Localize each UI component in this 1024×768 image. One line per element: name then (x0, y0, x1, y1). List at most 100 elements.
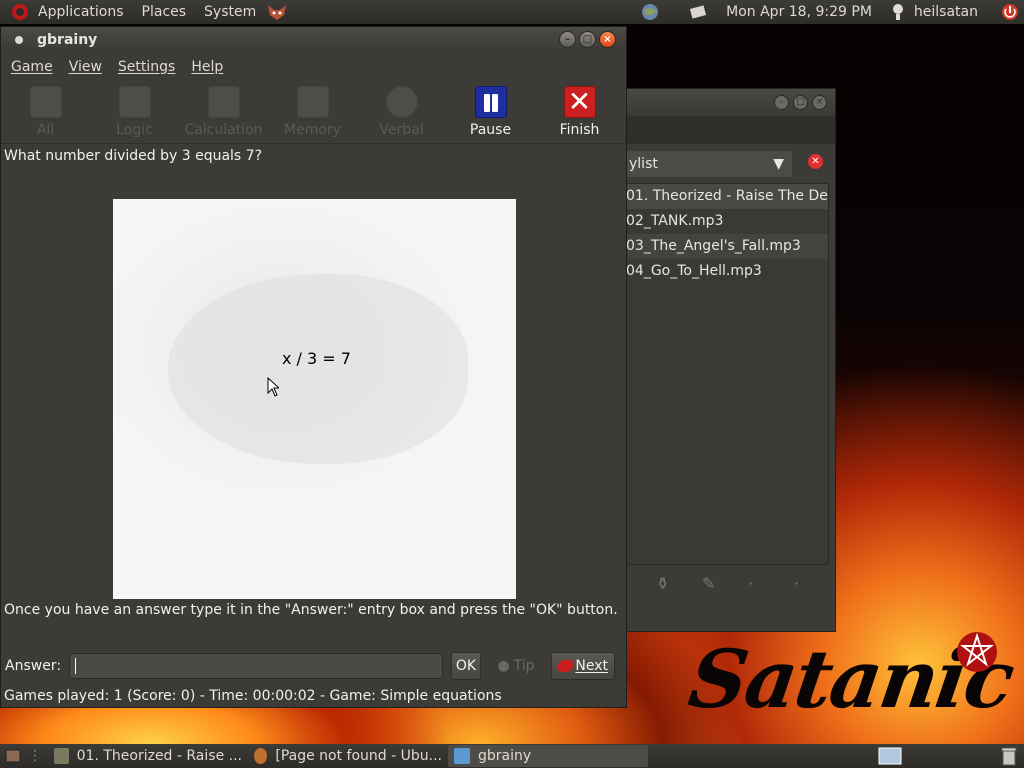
toolbar-pause-button[interactable]: Pause (446, 80, 535, 138)
toolbar: All Logic Calculation Memory Verbal Paus… (1, 80, 626, 144)
user-name[interactable]: heilsatan (914, 4, 978, 20)
toolbar-label: Memory (284, 122, 341, 138)
toolbar-label: Finish (559, 122, 600, 138)
status-bar: Games played: 1 (Score: 0) - Time: 00:00… (4, 688, 502, 704)
answer-label: Answer: (5, 658, 62, 674)
taskbar-item-label: 01. Theorized - Raise ... (76, 748, 242, 764)
question-text: What number divided by 3 equals 7? (4, 148, 263, 164)
next-arrow-icon (558, 660, 574, 672)
playlist-item[interactable]: 01. Theorized - Raise The Dead (608, 184, 828, 209)
top-menu: Applications Places System (38, 4, 256, 20)
instructions-text: Once you have an answer type it in the "… (4, 602, 618, 618)
window-buttons: – □ × (559, 31, 616, 48)
taskbar-item-gbrainy[interactable]: gbrainy (448, 745, 648, 767)
menubar: Game View Settings Help (1, 53, 626, 80)
ok-button[interactable]: OK (451, 652, 481, 680)
minimize-icon[interactable]: – (559, 31, 576, 48)
memory-icon (296, 86, 329, 118)
control-icon[interactable]: · (748, 574, 768, 594)
pentagram-icon (957, 632, 997, 672)
clock[interactable]: Mon Apr 18, 9:29 PM (726, 4, 872, 20)
trash-icon[interactable] (1000, 746, 1018, 766)
music-player-icon (54, 748, 69, 764)
control-icon[interactable]: · (794, 574, 814, 594)
show-desktop-icon[interactable] (4, 747, 22, 765)
network-globe-icon[interactable] (640, 2, 660, 22)
finish-icon: ✕ (563, 86, 596, 118)
window-title: gbrainy (37, 32, 98, 48)
distro-logo-icon[interactable] (10, 2, 30, 22)
pause-icon (474, 86, 507, 118)
answer-input[interactable] (69, 653, 443, 679)
playlist-item[interactable]: 03_The_Angel's_Fall.mp3 (608, 234, 828, 259)
menu-view[interactable]: View (69, 59, 102, 75)
music-player-window-buttons: – □ × (774, 95, 827, 110)
panel-handle-icon: ⋮ (28, 748, 42, 764)
music-player-toolbar (601, 116, 835, 144)
menu-help[interactable]: Help (191, 59, 223, 75)
broom-icon[interactable]: ✎ (702, 574, 722, 594)
toolbar-all-button[interactable]: All (1, 80, 90, 138)
taskbar-item-label: gbrainy (478, 748, 532, 764)
lightbulb-icon: ● (497, 658, 510, 674)
logic-icon (118, 86, 151, 118)
equation-text: x / 3 = 7 (282, 349, 351, 368)
taskbar-item-label: [Page not found - Ubu... (275, 748, 442, 764)
chevron-down-icon: ▼ (773, 156, 784, 172)
ok-button-label: OK (455, 658, 477, 674)
window-menu-icon[interactable] (15, 36, 23, 44)
toolbar-logic-button[interactable]: Logic (90, 80, 179, 138)
toolbar-label: All (36, 122, 55, 138)
mail-icon[interactable] (688, 2, 708, 22)
taskbar-item-music-player[interactable]: 01. Theorized - Raise ... (48, 745, 248, 767)
playlist-item[interactable]: 02_TANK.mp3 (608, 209, 828, 234)
power-icon[interactable] (1000, 2, 1020, 22)
music-player-controls: ⚱ ✎ · · (656, 574, 814, 594)
browser-launcher-icon[interactable] (266, 3, 288, 21)
taskbar-item-browser[interactable]: [Page not found - Ubu... (248, 745, 448, 767)
answer-row: Answer: OK ● Tip Next (1, 649, 626, 683)
workspace-switcher-icon[interactable] (878, 747, 902, 765)
maximize-icon[interactable]: □ (793, 95, 808, 110)
toolbar-calculation-button[interactable]: Calculation (179, 80, 268, 138)
tip-button[interactable]: ● Tip (489, 652, 543, 680)
brain-watermark (168, 274, 468, 464)
verbal-icon (385, 86, 418, 118)
user-icon[interactable] (888, 2, 908, 22)
playlist-selector-value: ylist (629, 156, 658, 172)
browser-icon (254, 748, 268, 764)
close-playlist-icon[interactable]: ✕ (808, 154, 823, 169)
gbrainy-icon (454, 748, 470, 764)
game-area: What number divided by 3 equals 7? x / 3… (1, 144, 626, 682)
mouse-cursor-icon (267, 377, 279, 397)
places-menu[interactable]: Places (142, 4, 187, 20)
close-icon[interactable]: × (812, 95, 827, 110)
playlist-item[interactable]: 04_Go_To_Hell.mp3 (608, 259, 828, 284)
next-button[interactable]: Next (551, 652, 615, 680)
system-menu[interactable]: System (204, 4, 256, 20)
toolbar-label: Calculation (184, 122, 263, 138)
toolbar-verbal-button[interactable]: Verbal (357, 80, 446, 138)
top-panel-indicators: Mon Apr 18, 9:29 PM heilsatan (640, 0, 1024, 24)
music-player-window[interactable]: – □ × ylist ▼ ✕ 01. Theorized - Raise Th… (600, 88, 836, 632)
window-titlebar[interactable]: gbrainy (1, 27, 626, 53)
cup-icon[interactable]: ⚱ (656, 574, 676, 594)
toolbar-label: Pause (469, 122, 512, 138)
close-icon[interactable]: × (599, 31, 616, 48)
applications-menu[interactable]: Applications (38, 4, 124, 20)
menu-settings[interactable]: Settings (118, 59, 175, 75)
playlist: 01. Theorized - Raise The Dead 02_TANK.m… (607, 183, 829, 565)
minimize-icon[interactable]: – (774, 95, 789, 110)
tip-button-label: Tip (513, 658, 535, 674)
toolbar-memory-button[interactable]: Memory (268, 80, 357, 138)
maximize-icon[interactable]: □ (579, 31, 596, 48)
toolbar-label: Verbal (379, 122, 424, 138)
toolbar-finish-button[interactable]: ✕ Finish (535, 80, 624, 138)
top-panel: Applications Places System Mon Apr 18, 9… (0, 0, 1024, 24)
gbrainy-window: gbrainy – □ × Game View Settings Help Al… (0, 26, 627, 708)
menu-game[interactable]: Game (11, 59, 53, 75)
next-button-label: Next (575, 658, 608, 674)
game-drawing-area: x / 3 = 7 (113, 199, 516, 599)
playlist-selector[interactable]: ylist ▼ (609, 151, 792, 177)
bottom-panel: ⋮ 01. Theorized - Raise ... [Page not fo… (0, 744, 1024, 768)
